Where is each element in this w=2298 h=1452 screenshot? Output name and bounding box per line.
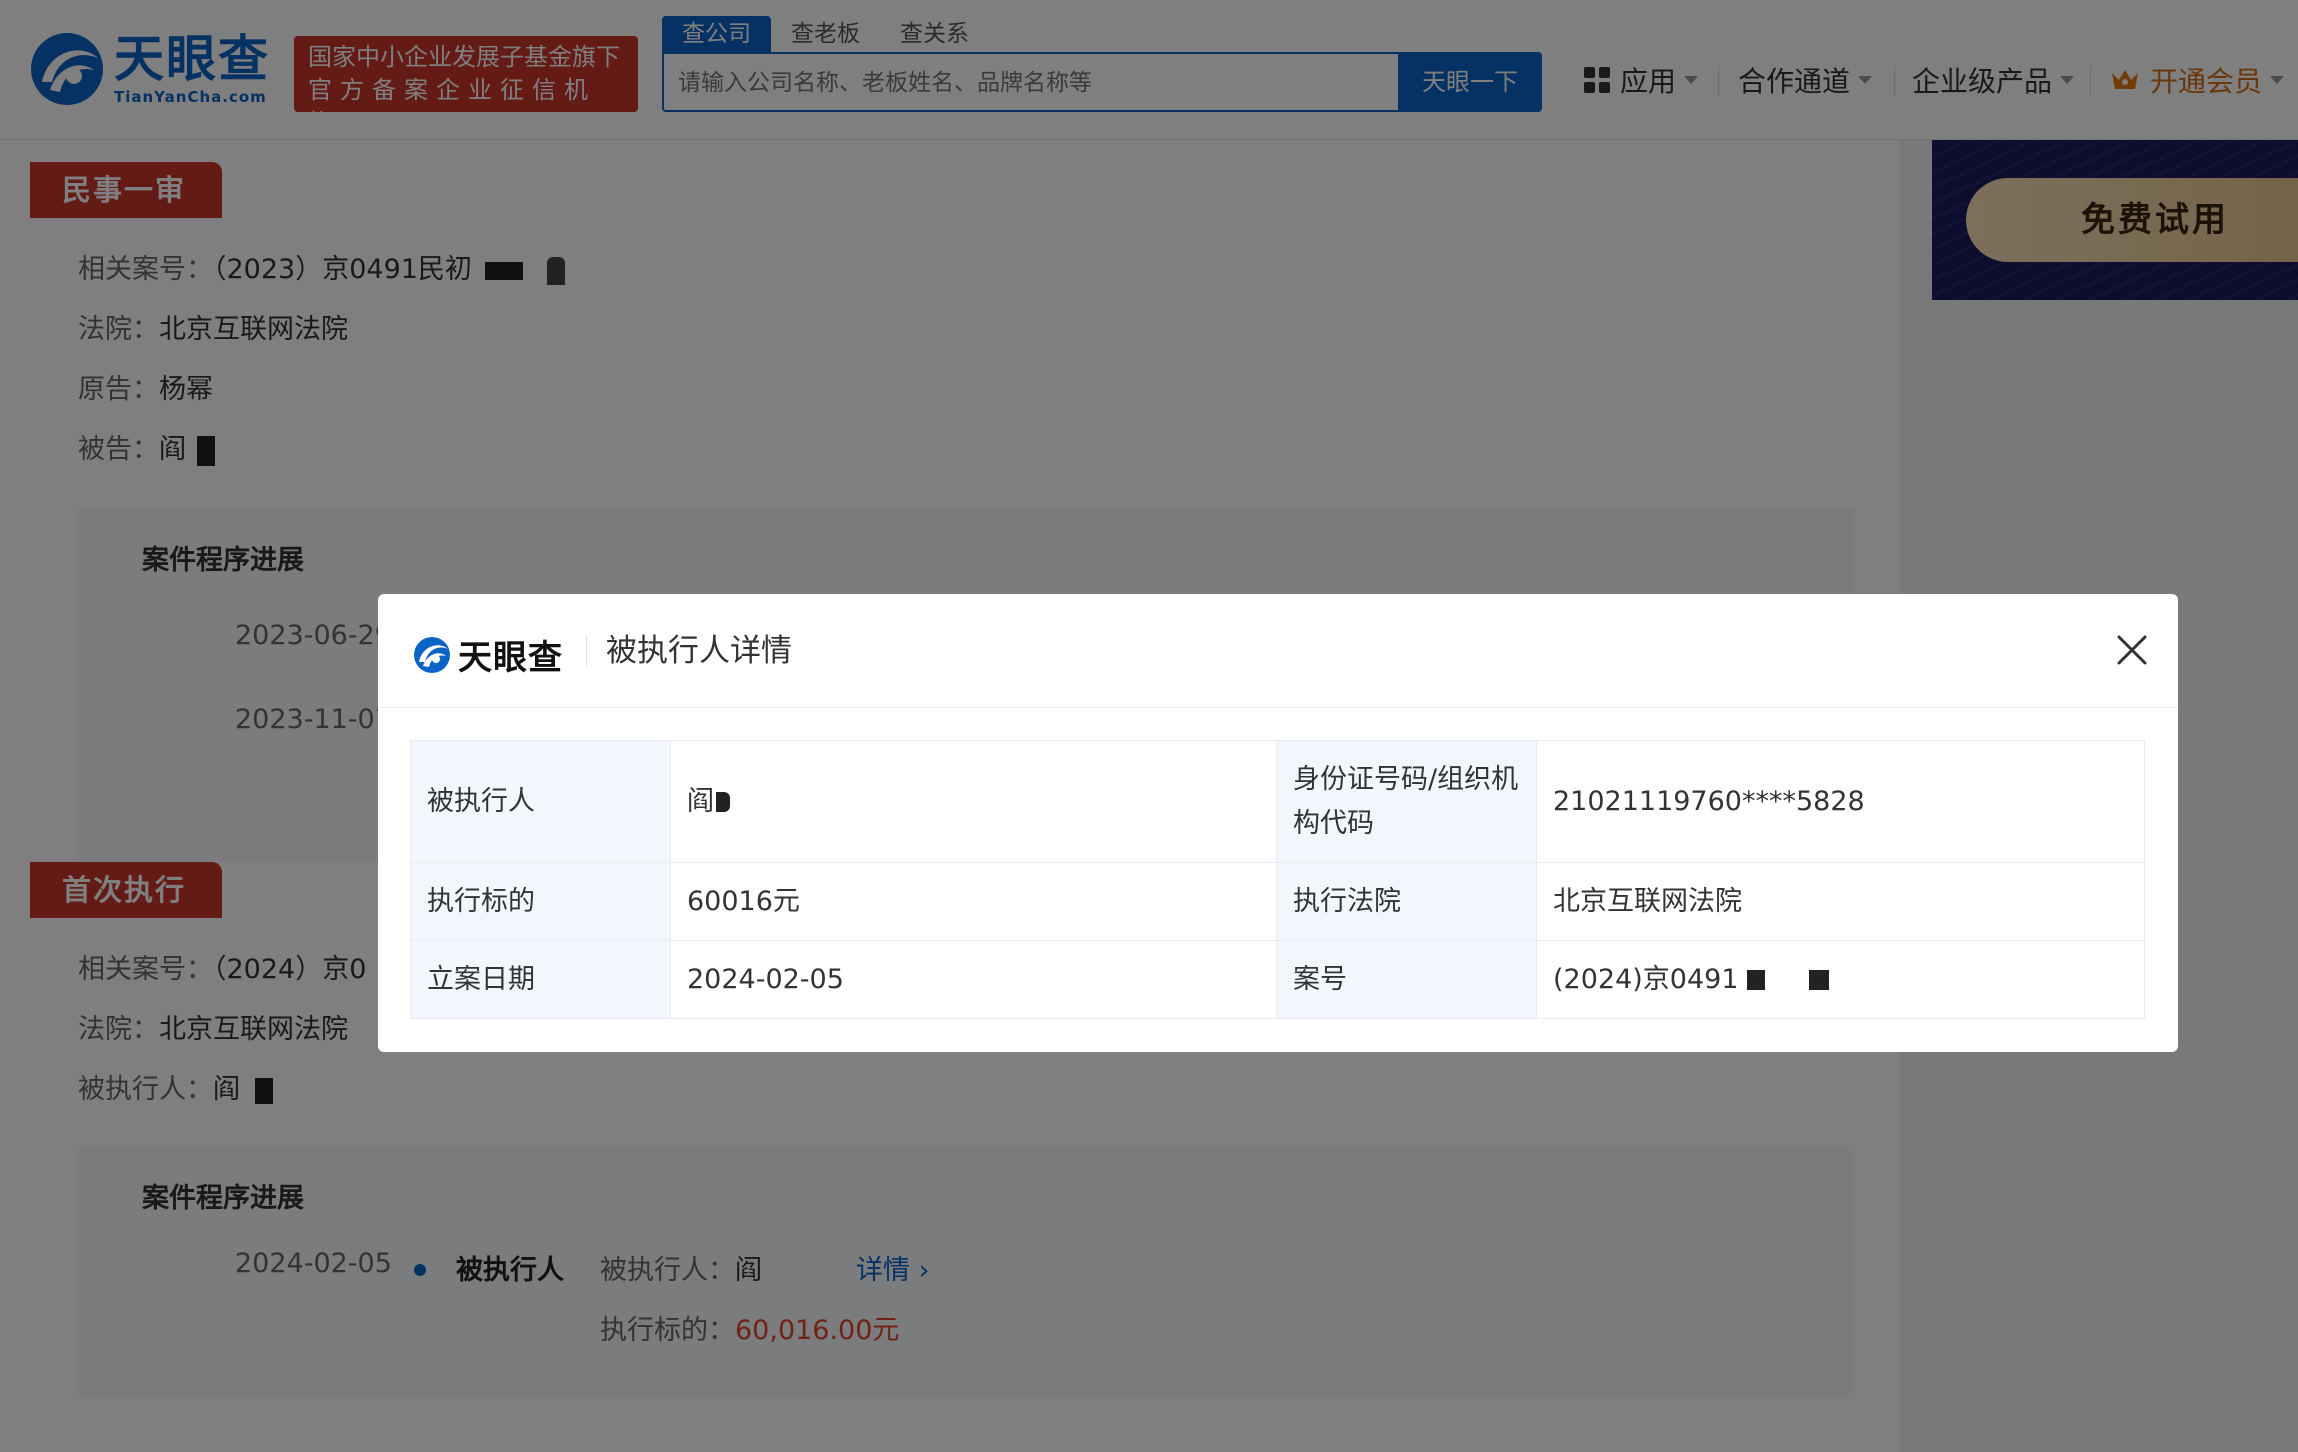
table-value: 北京互联网法院 [1536, 862, 2145, 941]
modal-logo: 天眼查 [412, 630, 563, 679]
modal-header: 天眼查 被执行人详情 [378, 594, 2178, 708]
modal-header-divider [586, 636, 587, 666]
detail-table: 被执行人 阎 身份证号码/组织机构代码 21021119760****5828 … [410, 740, 2145, 1019]
table-value: 阎 [670, 740, 1277, 863]
table-key: 身份证号码/组织机构代码 [1276, 740, 1537, 863]
modal-title: 被执行人详情 [606, 633, 792, 669]
executed-person-detail-modal: 天眼查 被执行人详情 被执行人 阎 身份证号码/组织机构代码 210211197… [378, 594, 2178, 1052]
close-icon[interactable] [2114, 632, 2150, 668]
redaction-mark [1808, 970, 1829, 990]
tianyancha-eye-icon [414, 636, 450, 673]
table-row: 被执行人 阎 身份证号码/组织机构代码 21021119760****5828 [410, 740, 2145, 863]
table-key: 执行标的 [410, 862, 671, 941]
table-value: 60016元 [670, 862, 1277, 941]
table-value: (2024)京0491 [1536, 940, 2145, 1019]
table-key: 立案日期 [410, 940, 671, 1019]
table-key: 执行法院 [1276, 862, 1537, 941]
redaction-mark [716, 792, 730, 812]
modal-logo-text: 天眼查 [458, 638, 563, 678]
table-row: 执行标的 60016元 执行法院 北京互联网法院 [410, 862, 2145, 941]
redaction-mark [1746, 970, 1765, 990]
table-value: 21021119760****5828 [1536, 740, 2145, 863]
table-key: 被执行人 [410, 740, 671, 863]
case-number-value: (2024)京0491 [1553, 963, 1739, 995]
table-key: 案号 [1276, 940, 1537, 1019]
table-value: 2024-02-05 [670, 940, 1277, 1019]
executed-person-name: 阎 [687, 785, 714, 817]
table-row: 立案日期 2024-02-05 案号 (2024)京0491 [410, 940, 2145, 1019]
